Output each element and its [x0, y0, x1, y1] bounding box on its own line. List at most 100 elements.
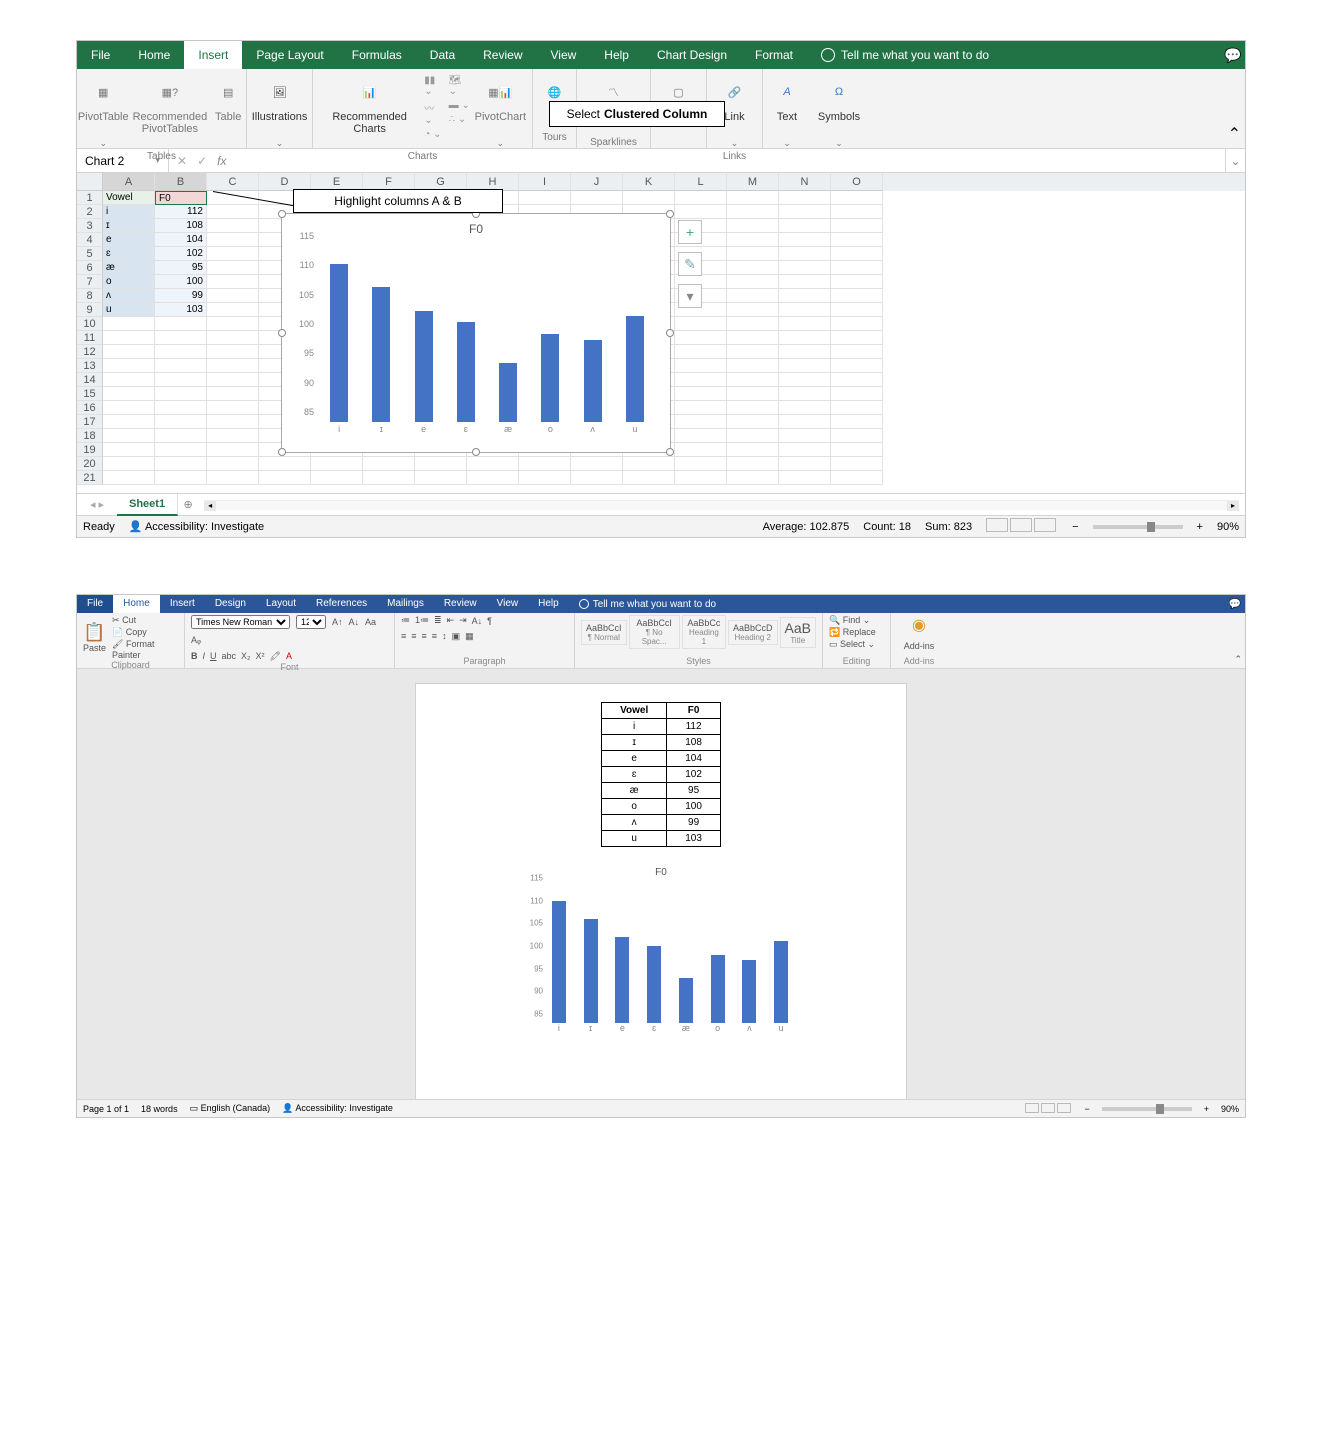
cell[interactable] — [519, 471, 571, 485]
cell[interactable] — [519, 191, 571, 205]
cell[interactable] — [207, 275, 259, 289]
view-switcher[interactable] — [1024, 1103, 1072, 1115]
bar[interactable] — [541, 334, 559, 422]
cell[interactable] — [727, 233, 779, 247]
table-row[interactable]: o100 — [602, 799, 721, 815]
cell[interactable] — [675, 457, 727, 471]
accessibility-status[interactable]: 👤 Accessibility: Investigate — [282, 1103, 393, 1114]
resize-handle[interactable] — [278, 448, 286, 456]
cell[interactable] — [155, 471, 207, 485]
zoom-slider[interactable] — [1093, 525, 1183, 529]
font-size-select[interactable]: 12 — [296, 615, 326, 629]
cell[interactable] — [155, 429, 207, 443]
plot-area[interactable] — [543, 887, 797, 1023]
cell[interactable] — [207, 457, 259, 471]
bar[interactable] — [584, 919, 598, 1023]
symbols-button[interactable]: ΩSymbols — [818, 75, 860, 149]
cell[interactable] — [831, 247, 883, 261]
comments-icon[interactable]: 💬 — [1221, 47, 1245, 64]
word-document-area[interactable]: Vowel F0 i112ɪ108e104ɛ102æ95o100ʌ99u103 … — [77, 669, 1245, 1099]
cell[interactable] — [363, 471, 415, 485]
scatter-chart-icon[interactable]: ∴ — [449, 114, 471, 125]
bar[interactable] — [647, 946, 661, 1023]
tab-page-layout[interactable]: Page Layout — [242, 41, 337, 69]
cell[interactable] — [207, 289, 259, 303]
cell[interactable] — [415, 457, 467, 471]
shrink-font-icon[interactable]: A↓ — [349, 617, 360, 627]
zoom-out[interactable]: − — [1072, 521, 1078, 533]
cell[interactable] — [727, 219, 779, 233]
cell[interactable] — [675, 373, 727, 387]
cell[interactable] — [207, 471, 259, 485]
cell[interactable]: æ — [103, 261, 155, 275]
cell[interactable]: 102 — [155, 247, 207, 261]
borders-button[interactable]: ▦ — [465, 631, 474, 642]
comments-icon[interactable]: 💬 — [1225, 599, 1245, 610]
cell[interactable] — [727, 275, 779, 289]
sheet-tab-sheet1[interactable]: Sheet1 — [117, 494, 178, 516]
style-tile[interactable]: AaBbCcDHeading 2 — [728, 620, 778, 645]
cell[interactable] — [207, 261, 259, 275]
cell[interactable] — [207, 345, 259, 359]
tab-file[interactable]: File — [77, 41, 124, 69]
font-name-select[interactable]: Times New Roman — [191, 615, 290, 629]
cell[interactable] — [727, 429, 779, 443]
cut-button[interactable]: ✂ Cut — [112, 615, 178, 626]
resize-handle[interactable] — [666, 210, 674, 218]
cell[interactable] — [779, 191, 831, 205]
cell[interactable] — [675, 415, 727, 429]
cell[interactable] — [831, 429, 883, 443]
cell[interactable] — [831, 373, 883, 387]
cell[interactable] — [727, 205, 779, 219]
table-row[interactable]: e104 — [602, 751, 721, 767]
cell[interactable] — [103, 401, 155, 415]
cell[interactable] — [779, 471, 831, 485]
cell[interactable] — [415, 471, 467, 485]
chart-type-gallery[interactable]: ▮▮ 〰 ◔ — [424, 75, 444, 140]
cell[interactable] — [727, 373, 779, 387]
cell[interactable] — [103, 429, 155, 443]
replace-button[interactable]: 🔁 Replace — [829, 627, 876, 638]
cell[interactable]: F0 — [155, 191, 207, 205]
cell[interactable] — [311, 471, 363, 485]
cell[interactable] — [675, 401, 727, 415]
pivottable-button[interactable]: ▦PivotTable — [78, 75, 129, 149]
style-tile[interactable]: AaBbCcI¶ Normal — [581, 620, 627, 645]
tab-insert[interactable]: Insert — [184, 41, 242, 69]
cell[interactable] — [207, 317, 259, 331]
select-button[interactable]: ▭ Select ⌄ — [829, 639, 875, 650]
cell[interactable] — [779, 289, 831, 303]
cell[interactable] — [675, 443, 727, 457]
tell-me-box[interactable]: Tell me what you want to do — [569, 599, 1225, 610]
cell[interactable] — [831, 317, 883, 331]
addins-button[interactable]: ◉ — [912, 615, 926, 635]
align-right-button[interactable]: ≡ — [422, 631, 427, 642]
cell[interactable] — [779, 387, 831, 401]
text-highlight-button[interactable]: 🖍 — [270, 651, 281, 662]
cell[interactable] — [831, 233, 883, 247]
cell[interactable] — [727, 331, 779, 345]
bar[interactable] — [372, 287, 390, 422]
sort-button[interactable]: A↓ — [472, 616, 483, 626]
tab-home[interactable]: Home — [124, 41, 184, 69]
cell[interactable] — [259, 471, 311, 485]
multilevel-button[interactable]: ≣ — [434, 615, 442, 626]
cell[interactable] — [103, 457, 155, 471]
map-chart-icon[interactable]: 🗺 — [449, 75, 471, 97]
cell[interactable] — [103, 359, 155, 373]
tab-format[interactable]: Format — [741, 41, 807, 69]
cell[interactable] — [831, 471, 883, 485]
cell[interactable] — [155, 373, 207, 387]
show-marks-button[interactable]: ¶ — [487, 616, 492, 626]
bar[interactable] — [499, 363, 517, 422]
change-case-icon[interactable]: Aa — [365, 617, 376, 627]
table-row[interactable]: ʌ99 — [602, 815, 721, 831]
cell[interactable] — [675, 191, 727, 205]
tab-formulas[interactable]: Formulas — [338, 41, 416, 69]
cell[interactable] — [467, 457, 519, 471]
x-axis[interactable]: iɪeɛæoʌu — [318, 424, 656, 438]
cell[interactable] — [727, 457, 779, 471]
cell[interactable] — [727, 261, 779, 275]
cell[interactable] — [207, 429, 259, 443]
tab-mailings[interactable]: Mailings — [377, 595, 434, 613]
